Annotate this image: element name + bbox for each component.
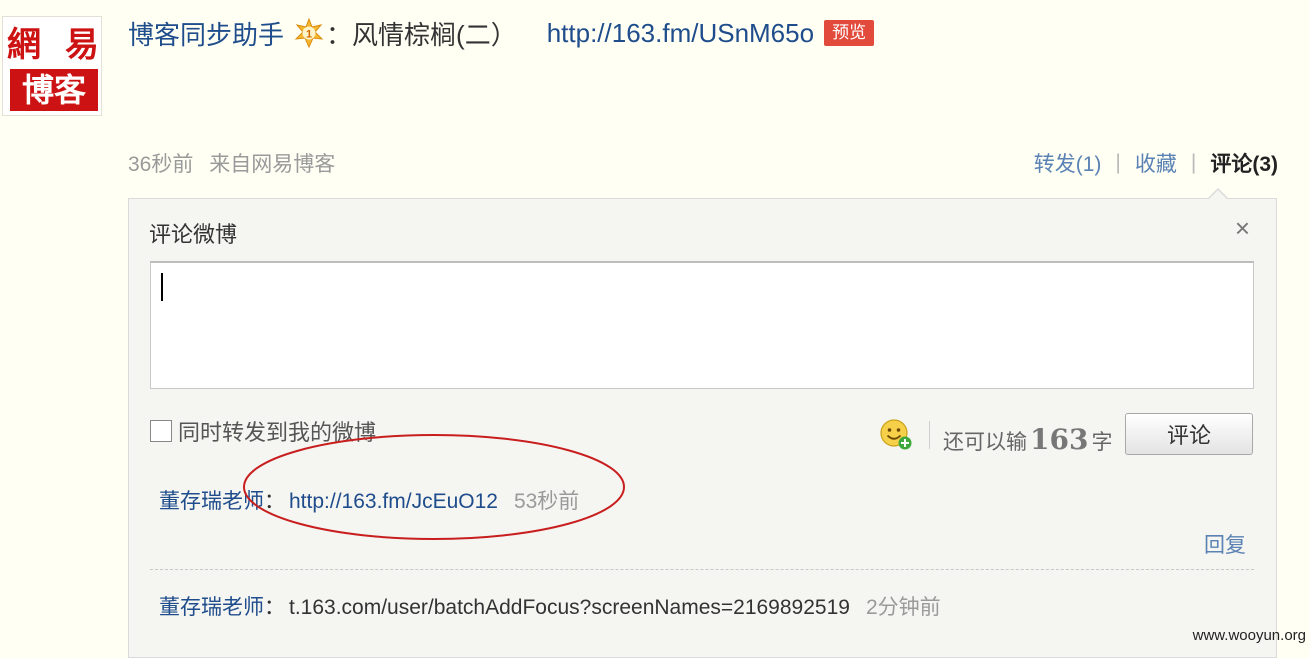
close-button[interactable]: × — [1235, 213, 1250, 243]
comment-time: 53秒前 — [513, 490, 580, 513]
comment-item: 董存瑞老师 ： http://163.fm/JcEuO12 53秒前 — [159, 485, 579, 515]
post-author-link[interactable]: 博客同步助手 — [128, 15, 284, 52]
post-title: 风情棕榈(二） — [352, 19, 517, 50]
post-time[interactable]: 36秒前 — [128, 153, 193, 176]
avatar-char-1: 網 — [7, 25, 41, 65]
post-source[interactable]: 来自网易博客 — [209, 153, 335, 176]
text-caret — [161, 273, 163, 301]
counter-prefix: 还可以输 — [943, 431, 1027, 454]
post-meta: 36秒前 来自网易博客 — [128, 148, 335, 178]
char-counter: 还可以输 163 字 — [943, 423, 1112, 456]
counter-number: 163 — [1030, 423, 1089, 456]
emoji-smile-add-icon[interactable] — [879, 417, 913, 451]
svg-text:1: 1 — [306, 29, 312, 41]
panel-title: 评论微博 — [149, 222, 238, 247]
comment-link[interactable]: http://163.fm/JcEuO12 — [289, 490, 498, 514]
comment-colon: ： — [264, 596, 285, 619]
comment-time: 2分钟前 — [865, 596, 941, 619]
comment-divider — [150, 569, 1254, 570]
submit-comment-button[interactable]: 评论 — [1125, 413, 1253, 455]
post-headline: 博客同步助手 1 ： 风情棕榈(二） http://163.fm/USnM65o… — [128, 14, 875, 52]
avatar-char-3: 博 — [21, 71, 54, 109]
headline-colon: ： — [326, 19, 353, 50]
action-separator: | — [1190, 151, 1197, 174]
counter-suffix: 字 — [1091, 431, 1113, 454]
comment-input[interactable] — [150, 261, 1254, 389]
preview-badge[interactable]: 预览 — [824, 20, 875, 46]
commenter-name[interactable]: 董存瑞老师 — [159, 591, 264, 621]
avatar-red-block: 博客 — [10, 69, 98, 111]
netease-blog-avatar[interactable]: 網 易 博客 — [2, 16, 102, 116]
repost-option[interactable]: 同时转发到我的微博 — [150, 415, 376, 447]
vip-badge-icon[interactable]: 1 — [294, 17, 324, 49]
toolbar-divider — [929, 421, 930, 449]
comment-colon: ： — [264, 490, 285, 513]
repost-label[interactable]: 同时转发到我的微博 — [178, 415, 376, 447]
comment-item: 董存瑞老师 ： t.163.com/user/batchAddFocus?scr… — [159, 591, 941, 621]
post-short-link[interactable]: http://163.fm/USnM65o — [547, 18, 814, 49]
avatar-char-4: 客 — [54, 71, 87, 109]
repost-checkbox[interactable] — [150, 420, 172, 442]
repost-link[interactable]: 转发(1) — [1034, 148, 1102, 178]
favorite-link[interactable]: 收藏 — [1135, 148, 1177, 178]
watermark: www.wooyun.org — [1192, 627, 1306, 644]
comment-link[interactable]: 评论(3) — [1210, 148, 1278, 178]
avatar-char-2: 易 — [65, 25, 99, 65]
panel-pointer-arrow-inner — [1209, 190, 1227, 199]
commenter-name[interactable]: 董存瑞老师 — [159, 485, 264, 515]
action-separator: | — [1115, 151, 1121, 174]
comment-panel: 评论微博 × 同时转发到我的微博 还可以输 163 字 评论 董存瑞老师 ： h… — [128, 188, 1277, 658]
comment-text: t.163.com/user/batchAddFocus?screenNames… — [289, 596, 850, 619]
reply-button[interactable]: 回复 — [1204, 529, 1246, 559]
post-actions: 转发(1) | 收藏 | 评论(3) — [1034, 148, 1278, 178]
